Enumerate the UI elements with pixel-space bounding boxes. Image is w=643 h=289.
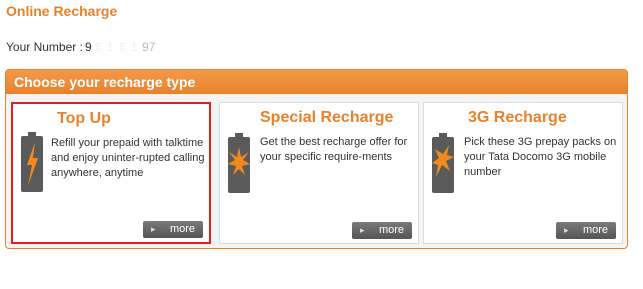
your-number-masked: 6 1 6 1 [94, 40, 139, 54]
panel-header: Choose your recharge type [6, 70, 627, 94]
card-description-special-recharge: Get the best recharge offer for your spe… [260, 136, 408, 163]
battery-burst-icon [432, 133, 454, 193]
recharge-cards: Top Up Refill your prepaid with talktime… [9, 102, 624, 245]
battery-bolt-icon [21, 132, 43, 192]
more-button-top-up[interactable]: ▸ more [143, 221, 203, 238]
card-description-3g-recharge: Pick these 3G prepay packs on your Tata … [464, 136, 617, 178]
card-top-up[interactable]: Top Up Refill your prepaid with talktime… [11, 102, 211, 244]
card-title-special-recharge: Special Recharge [260, 109, 394, 126]
chevron-right-icon: ▸ [151, 224, 156, 234]
more-button-special-recharge[interactable]: ▸ more [352, 222, 412, 239]
your-number-start: 9 [84, 40, 92, 54]
card-special-recharge[interactable]: Special Recharge Get the best recharge o… [219, 102, 419, 244]
your-number-label: Your Number : [6, 40, 83, 54]
more-button-3g-recharge[interactable]: ▸ more [556, 222, 616, 239]
chevron-right-icon: ▸ [360, 225, 365, 235]
page-title: Online Recharge [6, 3, 118, 19]
card-3g-recharge[interactable]: 3G Recharge Pick these 3G prepay packs o… [423, 102, 623, 244]
recharge-type-panel: Choose your recharge type Top Up Refill … [5, 69, 628, 249]
battery-star-icon [228, 133, 250, 193]
your-number: Your Number :9 6 1 6 1 97 [6, 40, 155, 54]
card-description-top-up: Refill your prepaid with talktime and en… [51, 137, 205, 179]
card-title-3g-recharge: 3G Recharge [468, 109, 567, 126]
your-number-end: 97 [142, 40, 156, 54]
card-title-top-up: Top Up [57, 110, 111, 127]
chevron-right-icon: ▸ [564, 225, 569, 235]
